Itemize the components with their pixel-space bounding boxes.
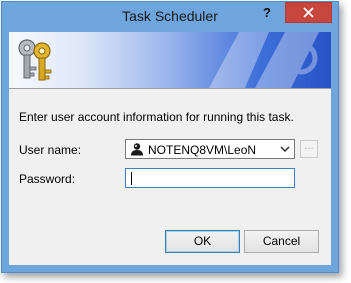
chevron-down-icon[interactable] <box>280 146 290 152</box>
banner-watermark-icon <box>209 32 319 88</box>
username-value: NOTENQ8VM\LeoN <box>148 143 257 157</box>
user-icon <box>131 143 143 156</box>
text-caret <box>131 172 132 185</box>
close-icon <box>303 7 314 18</box>
title-bar[interactable]: Task Scheduler ? <box>2 2 338 32</box>
help-button[interactable]: ? <box>254 4 280 24</box>
close-button[interactable] <box>285 2 332 23</box>
ok-button[interactable]: OK <box>165 230 240 253</box>
instruction-text: Enter user account information for runni… <box>19 110 294 124</box>
password-field[interactable] <box>125 168 295 188</box>
keys-icon <box>18 39 52 81</box>
password-label: Password: <box>19 172 76 186</box>
username-dropdown[interactable]: NOTENQ8VM\LeoN <box>125 139 295 159</box>
header-banner <box>9 32 331 88</box>
dialog-body: Enter user account information for runni… <box>9 32 331 265</box>
browse-user-button[interactable]: ... <box>300 140 318 158</box>
cancel-button[interactable]: Cancel <box>244 230 319 253</box>
username-label: User name: <box>19 143 82 157</box>
task-scheduler-dialog: Task Scheduler ? Enter user account info… <box>1 1 339 273</box>
banner-divider <box>9 88 331 89</box>
